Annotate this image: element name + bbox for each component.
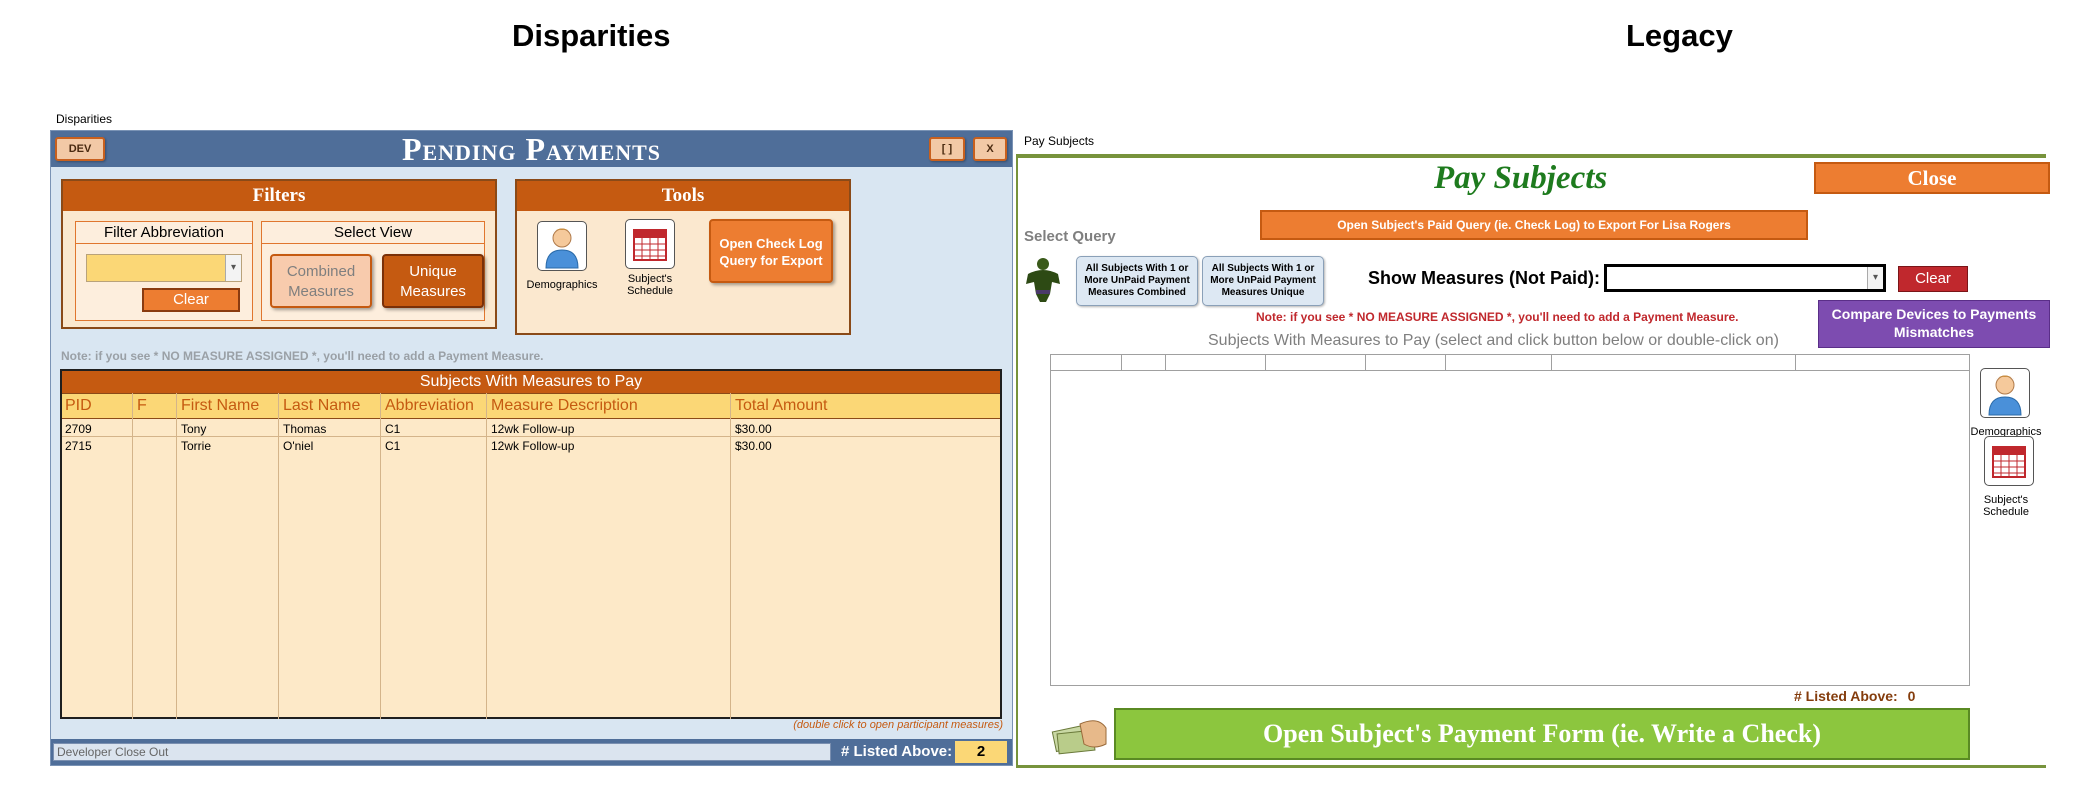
pending-payments-window: Pending Payments DEV [ ] X Filters Filte…	[50, 130, 1013, 766]
select-view-label: Select View	[262, 222, 484, 244]
select-query-label: Select Query	[1024, 228, 1116, 245]
section-header-disparities: Disparities	[512, 18, 671, 53]
developer-close-out-field[interactable]: Developer Close Out	[53, 743, 831, 761]
demographics-person-icon[interactable]	[537, 221, 587, 271]
col-f[interactable]: F	[134, 394, 178, 418]
cell-pid: 2715	[65, 439, 92, 453]
page-title: Pending Payments	[401, 131, 662, 167]
cell-measure-description: 12wk Follow-up	[491, 422, 575, 436]
cell-f	[134, 438, 178, 454]
unique-measures-button[interactable]: Unique Measures	[382, 254, 484, 308]
filter-abbreviation-group: Filter Abbreviation ▾ Clear	[75, 221, 253, 321]
cell-total-amount: $30.00	[735, 439, 772, 453]
listed-above-count: # Listed Above: 0	[1794, 688, 1915, 704]
col-divider	[1795, 355, 1796, 371]
listed-above-value: 0	[1907, 688, 1916, 704]
list-header-row	[1051, 355, 1969, 371]
listed-above-label: # Listed Above:	[1794, 688, 1898, 704]
demographics-person-icon[interactable]	[1980, 368, 2030, 418]
col-divider	[1365, 355, 1366, 371]
cell-first-name: Tony	[181, 422, 207, 436]
query-unique-button[interactable]: All Subjects With 1 or More UnPaid Payme…	[1202, 256, 1324, 306]
open-paid-query-button[interactable]: Open Subject's Paid Query (ie. Check Log…	[1260, 210, 1808, 240]
table-row[interactable]: 2709 Tony Thomas C1 12wk Follow-up $30.0…	[62, 421, 1000, 437]
hulk-figure-icon	[1022, 254, 1064, 304]
left-window-caption: Disparities	[56, 112, 113, 126]
query-combined-button[interactable]: All Subjects With 1 or More UnPaid Payme…	[1076, 256, 1198, 306]
cell-pid: 2709	[65, 422, 92, 436]
cell-abbreviation: C1	[385, 422, 401, 436]
restore-button[interactable]: [ ]	[929, 137, 965, 161]
combined-measures-button[interactable]: Combined Measures	[270, 254, 372, 308]
clear-button[interactable]: Clear	[1898, 266, 1968, 292]
table-title: Subjects With Measures to Pay	[62, 371, 1000, 393]
table-row[interactable]: 2715 Torrie O'niel C1 12wk Follow-up $30…	[62, 438, 1000, 454]
tools-panel: Tools Demographics Subject's Schedule Op…	[515, 179, 851, 335]
demographics-label: Demographics	[526, 279, 598, 291]
col-first-name[interactable]: First Name	[178, 394, 280, 418]
no-measure-note: Note: if you see * NO MEASURE ASSIGNED *…	[61, 349, 544, 363]
col-divider	[1551, 355, 1552, 371]
col-divider	[1445, 355, 1446, 371]
listed-above-count: 2	[955, 741, 1007, 763]
filter-clear-button[interactable]: Clear	[142, 288, 240, 312]
cell-last-name: O'niel	[283, 439, 314, 453]
open-check-log-button[interactable]: Open Check Log Query for Export	[709, 219, 833, 283]
calendar-icon[interactable]	[1984, 436, 2034, 486]
close-button[interactable]: X	[973, 137, 1007, 161]
cell-first-name: Torrie	[181, 439, 212, 453]
show-measures-label: Show Measures (Not Paid):	[1368, 268, 1601, 288]
cell-measure-description: 12wk Follow-up	[491, 439, 575, 453]
chevron-down-icon[interactable]: ▾	[225, 255, 241, 281]
cell-last-name: Thomas	[283, 422, 327, 436]
col-last-name[interactable]: Last Name	[280, 394, 382, 418]
subjects-list-header: Subjects With Measures to Pay (select an…	[1208, 332, 1779, 349]
col-measure-description[interactable]: Measure Description	[488, 394, 730, 418]
money-hand-icon	[1050, 710, 1108, 760]
col-divider	[1265, 355, 1266, 371]
select-view-group: Select View Combined Measures Unique Mea…	[261, 221, 485, 321]
cell-abbreviation: C1	[385, 439, 401, 453]
col-divider	[1121, 355, 1122, 371]
filters-panel: Filters Filter Abbreviation ▾ Clear Sele…	[61, 179, 497, 329]
listed-above-label: # Listed Above:	[841, 743, 953, 760]
compare-devices-button[interactable]: Compare Devices to Payments Mismatches	[1818, 300, 2050, 348]
cell-f	[134, 421, 178, 437]
subjects-list[interactable]	[1050, 354, 1970, 686]
section-header-legacy: Legacy	[1626, 18, 1733, 53]
cell-total-amount: $30.00	[735, 422, 772, 436]
pay-subjects-title: Pay Subjects	[1434, 160, 1608, 196]
calendar-icon[interactable]	[625, 219, 675, 269]
col-pid[interactable]: PID	[62, 394, 132, 418]
tools-heading: Tools	[517, 181, 849, 211]
show-measures-select[interactable]: ▾	[1604, 264, 1886, 292]
open-payment-form-button[interactable]: Open Subject's Payment Form (ie. Write a…	[1114, 708, 1970, 760]
close-button[interactable]: Close	[1814, 162, 2050, 194]
filter-abbreviation-select[interactable]: ▾	[86, 254, 242, 282]
table-header-row: PID F First Name Last Name Abbreviation …	[62, 393, 1000, 419]
col-divider	[1165, 355, 1166, 371]
filters-heading: Filters	[63, 181, 495, 211]
col-abbreviation[interactable]: Abbreviation	[382, 394, 488, 418]
footer-bar: Developer Close Out # Listed Above: 2	[51, 739, 1012, 765]
right-window-caption: Pay Subjects	[1024, 134, 1095, 148]
chevron-down-icon[interactable]: ▾	[1867, 267, 1883, 289]
dev-button[interactable]: DEV	[55, 137, 105, 161]
pay-subjects-window: Pay Subjects Close Open Subject's Paid Q…	[1016, 154, 2050, 768]
filter-abbreviation-label: Filter Abbreviation	[76, 222, 252, 244]
no-measure-note: Note: if you see * NO MEASURE ASSIGNED *…	[1256, 310, 1739, 324]
subjects-table: Subjects With Measures to Pay PID F Firs…	[60, 369, 1002, 719]
subjects-schedule-label: Subject's Schedule	[627, 273, 673, 297]
double-click-hint: (double click to open participant measur…	[793, 719, 1003, 731]
col-total-amount[interactable]: Total Amount	[732, 394, 998, 418]
subjects-schedule-label: Subject's Schedule	[1983, 494, 2029, 518]
